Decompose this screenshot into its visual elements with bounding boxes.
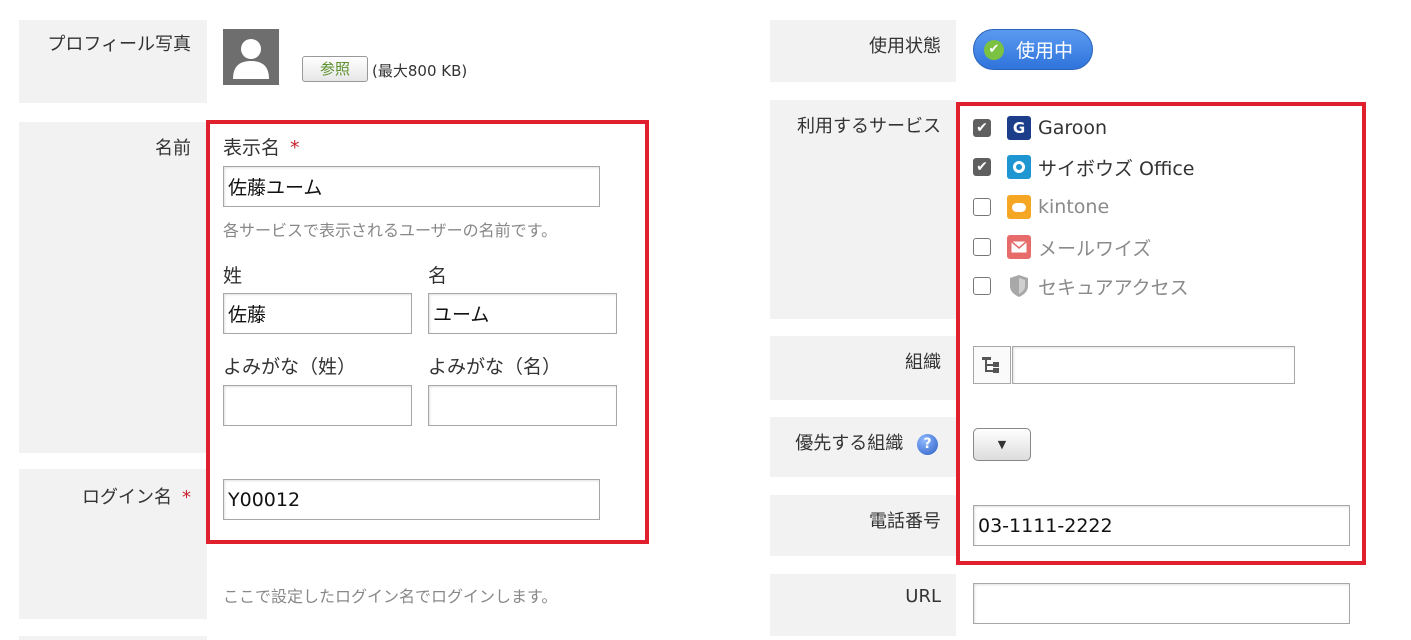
status-badge-text: 使用中: [1016, 40, 1074, 62]
help-icon[interactable]: ?: [917, 433, 938, 455]
url-label: URL: [905, 586, 941, 607]
url-input[interactable]: [973, 583, 1350, 624]
left-highlight-box: [206, 120, 649, 544]
priority-org-label: 優先する組織: [795, 433, 904, 454]
avatar: [223, 29, 279, 85]
login-label-cell: ログイン名 *: [19, 469, 207, 619]
name-label: 名前: [155, 138, 191, 159]
organization-label: 組織: [905, 352, 941, 373]
services-label-cell: 利用するサービス: [770, 100, 956, 319]
name-label-cell: 名前: [19, 122, 207, 453]
status-badge: ✔ 使用中: [973, 29, 1093, 70]
login-required-mark: *: [182, 487, 191, 508]
organization-label-cell: 組織: [770, 336, 956, 400]
profile-photo-label: プロフィール写真: [47, 34, 191, 55]
status-label-cell: 使用状態: [770, 20, 956, 82]
browse-button[interactable]: 参照: [302, 56, 368, 82]
priority-org-label-cell: 優先する組織 ?: [770, 417, 956, 477]
max-size-note: (最大800 KB): [372, 62, 468, 80]
user-silhouette-icon: [233, 39, 269, 79]
login-label: ログイン名: [82, 487, 172, 508]
check-circle-icon: ✔: [984, 39, 1004, 60]
login-hint: ここで設定したログイン名でログインします。: [223, 587, 558, 606]
phone-label: 電話番号: [869, 511, 941, 532]
right-highlight-box: [956, 102, 1366, 565]
status-label: 使用状態: [869, 36, 941, 57]
url-label-cell: URL: [770, 574, 956, 636]
phone-label-cell: 電話番号: [770, 495, 956, 556]
services-label: 利用するサービス: [797, 116, 941, 137]
next-row-label-cell: [19, 636, 207, 640]
profile-photo-label-cell: プロフィール写真: [19, 20, 207, 103]
